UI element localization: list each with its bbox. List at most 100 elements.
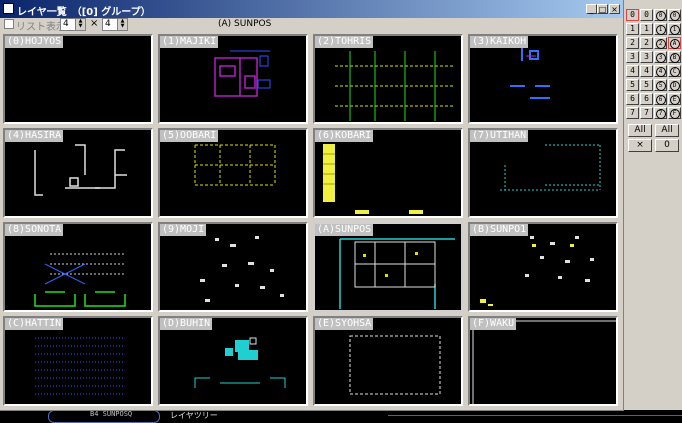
layer-preview (349, 335, 441, 395)
layer-preview (339, 238, 455, 309)
layer-list-window: レイヤ一覧 （[0] グループ） _ □ × リスト表示 4 ▲ ▼ × 4 ▲ ▼… (0, 0, 624, 411)
layer-toggle-0b[interactable]: 0 (668, 9, 681, 21)
layer-cell-e[interactable]: (E)SYOHSA (313, 316, 463, 406)
layer-label: (A)SUNPOS (315, 224, 374, 236)
layer-label: (0)HOJYOS (5, 36, 64, 48)
layer-cell-2[interactable]: (2)TOHRIS (313, 34, 463, 124)
spin-down-icon[interactable]: ▼ (76, 24, 85, 29)
layer-toggle-5[interactable]: 5 (654, 79, 667, 91)
layer-cell-9[interactable]: (9)MOJI (158, 222, 308, 312)
layer-label: (9)MOJI (160, 224, 207, 236)
layer-button-2b[interactable]: 2 (640, 37, 653, 49)
layer-button-7[interactable]: 7 (626, 107, 639, 119)
layer-toggle-2[interactable]: 2 (654, 37, 667, 49)
layer-label: (4)HASIRA (5, 130, 64, 142)
title-bar[interactable]: レイヤ一覧 （[0] グループ） _ □ × (0, 0, 623, 18)
layer-preview (200, 236, 284, 302)
layer-toggle-0[interactable]: 0 (654, 9, 667, 21)
layer-button-5b[interactable]: 5 (640, 79, 653, 91)
layer-button-3b[interactable]: 3 (640, 51, 653, 63)
layer-button-6b[interactable]: 6 (640, 93, 653, 105)
layer-preview (500, 144, 601, 191)
layer-button-2[interactable]: 2 (626, 37, 639, 49)
layer-toggle-d[interactable]: D (668, 79, 681, 91)
layer-button-3[interactable]: 3 (626, 51, 639, 63)
layer-preview (323, 144, 423, 214)
clear-button[interactable]: × (628, 139, 652, 152)
layer-cell-7[interactable]: (7)UTIHAN (468, 128, 618, 218)
rows-spin-buttons[interactable]: ▲ ▼ (117, 19, 127, 30)
layer-toggle-b[interactable]: B (668, 51, 681, 63)
layer-preview (480, 236, 594, 306)
layer-preview (35, 337, 125, 395)
rows-value: 4 (105, 19, 111, 29)
layer-toggle-1[interactable]: 1 (654, 23, 667, 35)
spin-down-icon[interactable]: ▼ (118, 24, 127, 29)
layer-preview (472, 320, 616, 404)
layer-toggle-e[interactable]: E (668, 93, 681, 105)
current-layer-label: (A) SUNPOS (218, 19, 272, 29)
close-button[interactable]: × (609, 4, 620, 14)
rows-spinner[interactable]: 4 ▲ ▼ (102, 18, 128, 31)
layer-cell-f[interactable]: (F)WAKU (468, 316, 618, 406)
layer-label: (7)UTIHAN (470, 130, 529, 142)
layer-cell-b[interactable]: (B)SUNPO1 (468, 222, 618, 312)
layer-button-0[interactable]: 0 (626, 9, 639, 21)
layer-label: (8)SONOTA (5, 224, 64, 236)
layer-toggle-c[interactable]: C (668, 65, 681, 77)
layer-cell-8[interactable]: (8)SONOTA (3, 222, 153, 312)
minimize-button[interactable]: _ (586, 4, 597, 14)
layer-button-4b[interactable]: 4 (640, 65, 653, 77)
layer-label: (1)MAJIKI (160, 36, 219, 48)
layer-cell-1[interactable]: (1)MAJIKI (158, 34, 308, 124)
layer-button-0b[interactable]: 0 (640, 9, 653, 21)
all-toggles-button[interactable]: All (655, 124, 679, 137)
list-view-checkbox[interactable] (4, 19, 14, 29)
layer-cell-d[interactable]: (D)BUHIN (158, 316, 308, 406)
layer-preview (335, 51, 455, 121)
window-title: レイヤ一覧 （[0] グループ） (17, 7, 151, 18)
layer-toggle-3[interactable]: 3 (654, 51, 667, 63)
layer-label: (B)SUNPO1 (470, 224, 529, 236)
layer-toggle-4[interactable]: 4 (654, 65, 667, 77)
layer-toggle-1b[interactable]: 1 (668, 23, 681, 35)
zero-button[interactable]: 0 (655, 139, 679, 152)
columns-spinner[interactable]: 4 ▲ ▼ (60, 18, 86, 31)
layer-palette: 0 0 0 0 1 1 1 1 2 2 2 A 3 3 3 B 4 4 4 C … (624, 0, 682, 410)
layer-button-1[interactable]: 1 (626, 23, 639, 35)
layer-button-5[interactable]: 5 (626, 79, 639, 91)
list-view-label: リスト表示 (16, 22, 66, 33)
app-icon (3, 3, 14, 14)
layer-cell-3[interactable]: (3)KAIKOH (468, 34, 618, 124)
layer-button-4[interactable]: 4 (626, 65, 639, 77)
background-text: B4 SUNPOSQ (90, 410, 133, 418)
background-status-text: レイヤツリー (170, 411, 218, 420)
layer-cell-4[interactable]: (4)HASIRA (3, 128, 153, 218)
layer-button-7b[interactable]: 7 (640, 107, 653, 119)
layer-toggle-a[interactable]: A (668, 37, 681, 49)
layer-toggle-6[interactable]: 6 (654, 93, 667, 105)
all-layers-button[interactable]: All (628, 124, 652, 137)
layer-preview (194, 337, 286, 388)
layer-toggle-f[interactable]: F (668, 107, 681, 119)
layer-button-1b[interactable]: 1 (640, 23, 653, 35)
layer-button-6[interactable]: 6 (626, 93, 639, 105)
columns-value: 4 (63, 19, 69, 29)
layer-preview (34, 144, 127, 196)
layer-preview (214, 50, 271, 97)
layer-preview (194, 144, 276, 186)
layer-label: (2)TOHRIS (315, 36, 374, 48)
layer-cell-5[interactable]: (5)OOBARI (158, 128, 308, 218)
layer-cell-6[interactable]: (6)KOBARI (313, 128, 463, 218)
layer-label: (C)HATTIN (5, 318, 64, 330)
layer-cell-c[interactable]: (C)HATTIN (3, 316, 153, 406)
times-sign: × (90, 18, 99, 29)
columns-spin-buttons[interactable]: ▲ ▼ (75, 19, 85, 30)
layer-preview (34, 253, 126, 307)
layer-cell-a[interactable]: (A)SUNPOS (313, 222, 463, 312)
layer-toggle-7[interactable]: 7 (654, 107, 667, 119)
layer-preview (510, 46, 550, 99)
layer-label: (6)KOBARI (315, 130, 374, 142)
maximize-button[interactable]: □ (597, 4, 608, 14)
layer-cell-0[interactable]: (0)HOJYOS (3, 34, 153, 124)
